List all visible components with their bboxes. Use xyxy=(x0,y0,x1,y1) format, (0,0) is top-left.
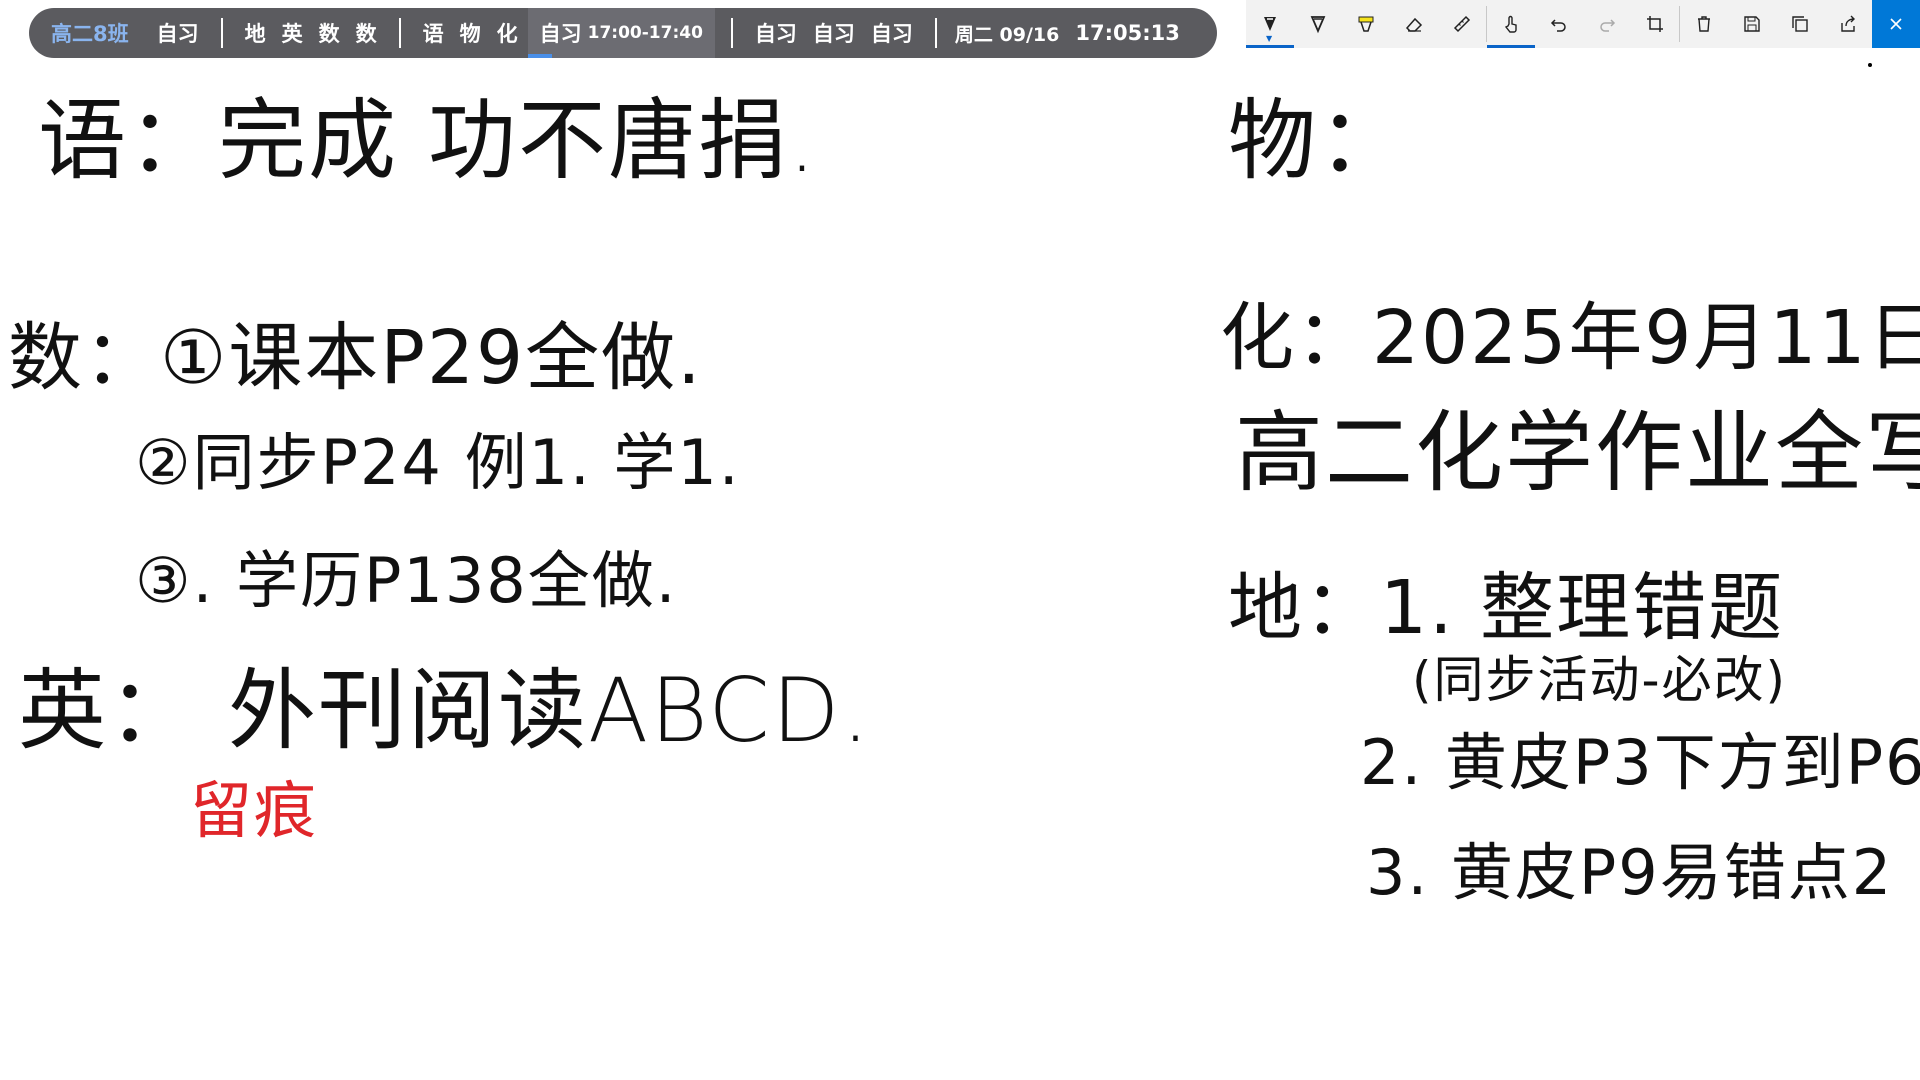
touch-writing-icon xyxy=(1504,15,1517,33)
note-math-2: ②同步P24 例1. 学1. xyxy=(135,426,741,499)
close-icon xyxy=(1890,18,1902,30)
period-chinese: 语 xyxy=(422,22,444,46)
period-self-study: 自习 xyxy=(156,22,199,46)
redo-icon xyxy=(1600,19,1616,32)
period-self-study: 自习 xyxy=(870,22,913,46)
touch-writing-tool[interactable] xyxy=(1487,0,1535,48)
ruler-icon xyxy=(1453,15,1471,33)
ballpoint-pen-icon xyxy=(1264,17,1276,31)
save-tool[interactable] xyxy=(1728,0,1776,48)
note-chem-2: 高二化学作业全写 xyxy=(1235,401,1920,504)
divider xyxy=(220,18,223,48)
note-geo-2: (同步活动-必改) xyxy=(1412,651,1788,709)
class-schedule-bar: 高二8班 自习 地 英 数 数 语 物 化 自习 17:00-17:40 自习 … xyxy=(29,8,1217,58)
note-geo-3: 2. 黄皮P3下方到P6 xyxy=(1360,726,1920,799)
ruler-tool[interactable] xyxy=(1438,0,1486,48)
divider xyxy=(934,18,937,48)
note-english-stamp: 留痕 xyxy=(190,774,319,847)
note-chem-1: 化：2025年9月11日 xyxy=(1220,295,1920,381)
highlighter-tool[interactable] xyxy=(1342,0,1390,48)
period-self-study: 自习 xyxy=(754,22,797,46)
current-period: 自习 17:00-17:40 xyxy=(527,8,715,58)
copy-tool[interactable] xyxy=(1776,0,1824,48)
crop-icon xyxy=(1647,16,1663,32)
note-chinese: 语：完成 功不唐捐. xyxy=(38,89,818,192)
undo-tool[interactable] xyxy=(1535,0,1583,48)
note-math-3: ③. 学历P138全做. xyxy=(135,544,678,617)
pencil-tool[interactable] xyxy=(1294,0,1342,48)
note-math-1: 数：①课本P29全做. xyxy=(8,315,703,401)
delete-tool[interactable] xyxy=(1680,0,1728,48)
note-geo-1: 地：1. 整理错题 xyxy=(1228,565,1785,651)
period-self-study: 自习 xyxy=(812,22,855,46)
copy-icon xyxy=(1792,16,1808,32)
save-icon xyxy=(1744,16,1760,32)
ink-toolbar: ▼ xyxy=(1246,0,1920,48)
period-english: 英 xyxy=(281,22,303,46)
period-chemistry: 化 xyxy=(496,22,518,46)
crop-tool[interactable] xyxy=(1631,0,1679,48)
share-icon xyxy=(1841,15,1855,32)
share-tool[interactable] xyxy=(1824,0,1872,48)
period-math: 数 xyxy=(355,22,377,46)
note-geo-4: 3. 黄皮P9易错点2 xyxy=(1366,836,1894,909)
ballpoint-pen-tool[interactable]: ▼ xyxy=(1246,0,1294,48)
eraser-tool[interactable] xyxy=(1390,0,1438,48)
period-math: 数 xyxy=(318,22,340,46)
undo-icon xyxy=(1550,19,1566,32)
date-label: 周二 09/16 xyxy=(954,23,1060,46)
note-english: 英： 外刊阅读ABCD. xyxy=(18,659,872,762)
class-name: 高二8班 xyxy=(51,22,129,46)
divider xyxy=(398,18,401,48)
note-physics: 物： xyxy=(1228,89,1409,192)
period-geography: 地 xyxy=(244,22,266,46)
period-progress-bar xyxy=(527,54,552,58)
period-physics: 物 xyxy=(459,22,481,46)
pencil-icon xyxy=(1310,16,1326,34)
delete-icon xyxy=(1698,16,1710,32)
redo-tool[interactable] xyxy=(1583,0,1631,48)
current-period-time: 17:00-17:40 xyxy=(587,23,703,43)
eraser-icon xyxy=(1405,17,1423,32)
chevron-down-icon: ▼ xyxy=(1266,34,1273,43)
close-button[interactable] xyxy=(1872,0,1920,48)
current-period-label: 自习 xyxy=(539,22,582,46)
ink-dot xyxy=(1868,63,1872,67)
clock: 17:05:13 xyxy=(1075,21,1180,45)
highlighter-icon xyxy=(1358,16,1374,32)
divider xyxy=(730,18,733,48)
